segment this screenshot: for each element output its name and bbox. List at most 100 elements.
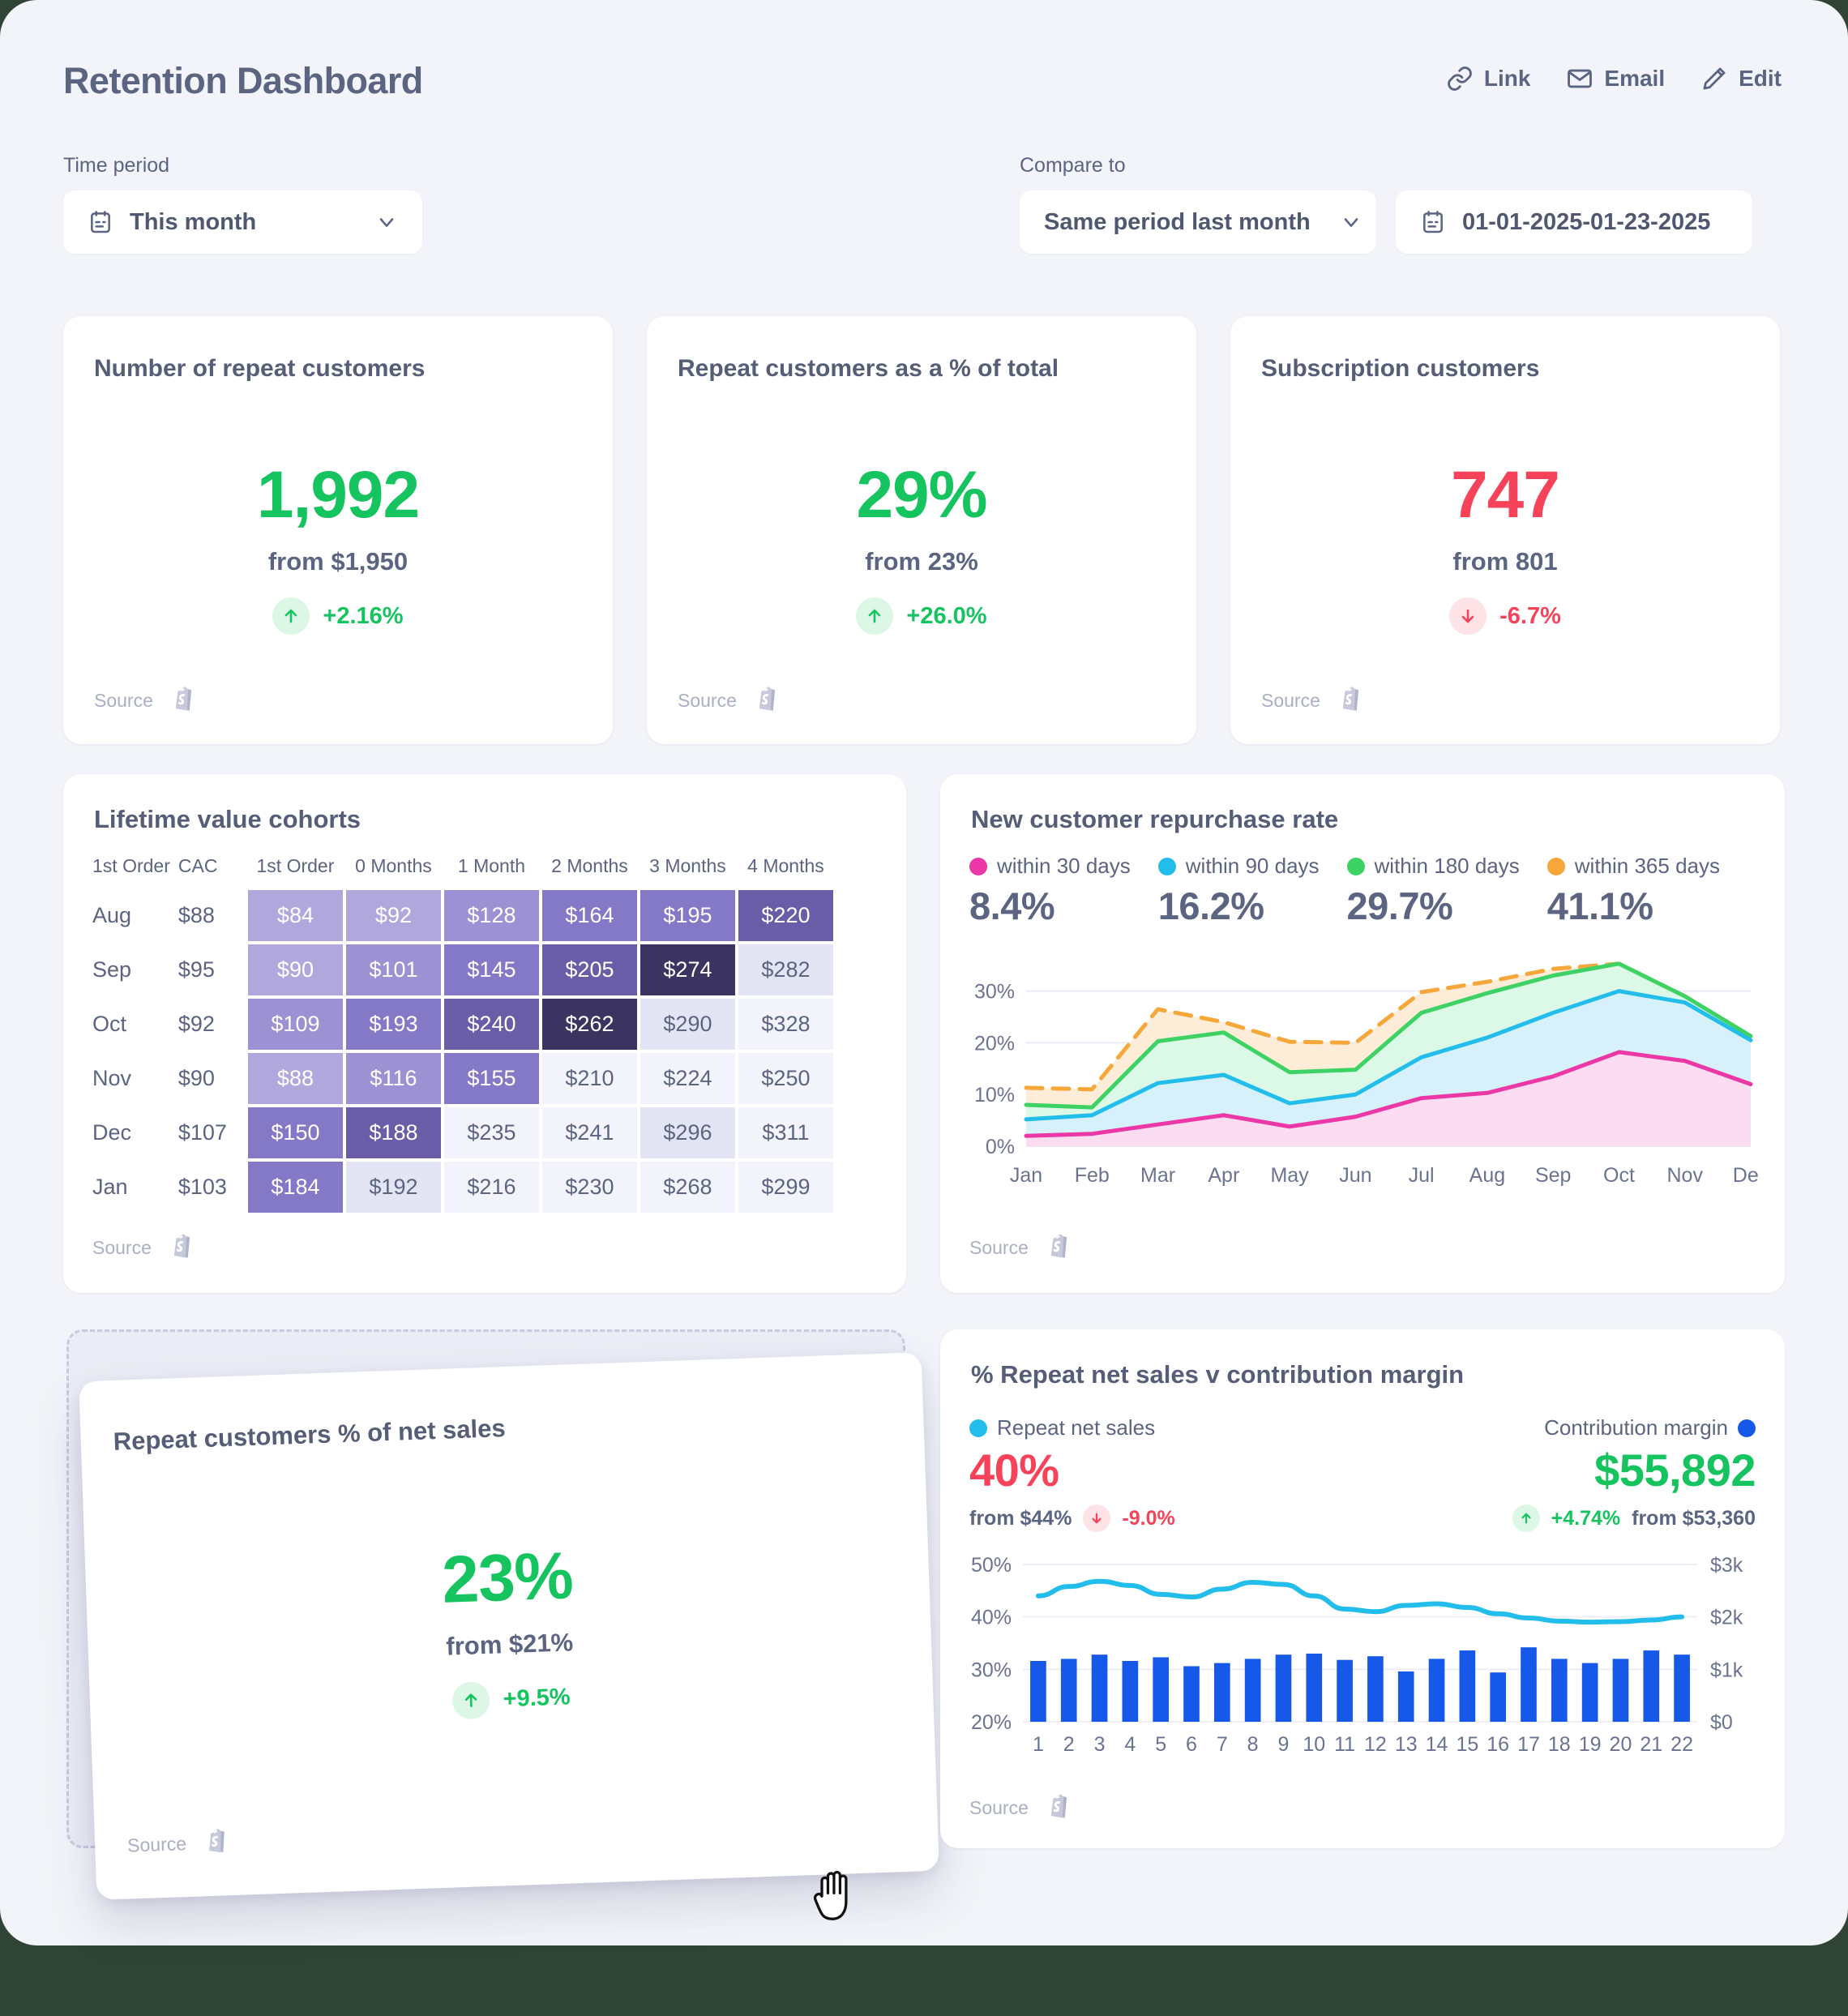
source-footer[interactable]: Source	[969, 1792, 1071, 1824]
source-footer[interactable]: Source	[1261, 685, 1362, 717]
cohort-cell: $274	[638, 943, 737, 997]
cohort-cell: $109	[246, 997, 344, 1051]
repurchase-legend-item[interactable]: within 30 days 8.4%	[969, 854, 1131, 928]
compare-to-select[interactable]: Same period last month	[1020, 190, 1376, 254]
source-label: Source	[678, 690, 737, 711]
svg-text:Oct: Oct	[1603, 1164, 1635, 1187]
cohort-cac: $88	[178, 903, 215, 927]
kpi-title: Number of repeat customers	[94, 355, 426, 382]
cohort-cell: $224	[638, 1051, 737, 1106]
svg-text:Jan: Jan	[1010, 1164, 1042, 1187]
cohort-month: Aug	[92, 903, 132, 927]
svg-text:Feb: Feb	[1075, 1164, 1110, 1187]
cohort-month: Jan	[92, 1175, 128, 1199]
time-period-select[interactable]: This month	[63, 190, 422, 254]
svg-text:30%: 30%	[971, 1659, 1012, 1681]
svg-text:20%: 20%	[974, 1032, 1015, 1055]
link-button[interactable]: Link	[1446, 65, 1530, 92]
legend-dot	[1157, 857, 1176, 875]
svg-text:15: 15	[1456, 1733, 1478, 1756]
compare-to-label: Compare to	[1020, 154, 1126, 177]
repurchase-legend-item[interactable]: within 90 days 16.2%	[1157, 854, 1320, 928]
svg-text:19: 19	[1579, 1733, 1602, 1756]
cohort-cell: $296	[638, 1106, 737, 1160]
cohort-cell: $88	[246, 1051, 344, 1106]
metric-value: 40%	[969, 1445, 1059, 1496]
middle-row: Lifetime value cohorts 1st Order CAC 1st O…	[63, 774, 1785, 1293]
cohort-month: Nov	[92, 1066, 132, 1090]
panel-title: Repeat customers % of net sales	[113, 1414, 507, 1456]
cohort-cell: $262	[540, 997, 639, 1051]
svg-text:4: 4	[1124, 1733, 1136, 1756]
cohort-cell: $155	[442, 1051, 541, 1106]
cohort-cac: $90	[178, 1066, 215, 1090]
svg-text:7: 7	[1217, 1733, 1228, 1756]
date-range-picker[interactable]: 01-01-2025-01-23-2025	[1396, 190, 1752, 254]
arrow-up-icon	[451, 1680, 491, 1720]
cohort-cac: $103	[178, 1175, 227, 1199]
metric-comparison: from $53,360	[1632, 1506, 1756, 1530]
cohort-cell: $195	[638, 888, 737, 943]
calendar-icon	[1420, 209, 1446, 235]
filter-bar: Time period This month Compare to Same p…	[63, 154, 1785, 259]
grab-cursor-icon	[811, 1864, 867, 1933]
svg-text:13: 13	[1395, 1733, 1418, 1756]
cohort-month: Sep	[92, 957, 132, 982]
cohort-header-row: 1st Order CAC 1st Order 0 Months 1 Month 2 Mo…	[92, 855, 835, 888]
arrow-down-icon	[1083, 1505, 1111, 1532]
cohort-col-header: 3 Months	[649, 855, 726, 876]
arrow-up-icon	[272, 597, 310, 635]
source-footer[interactable]: Source	[126, 1826, 229, 1861]
dragged-card-repeat-net-sales[interactable]: Repeat customers % of net sales 23% from…	[79, 1352, 939, 1900]
cohort-cell: $311	[736, 1106, 835, 1160]
source-footer[interactable]: Source	[678, 685, 779, 717]
metric-delta: +4.74%	[1551, 1506, 1621, 1530]
edit-button[interactable]: Edit	[1700, 65, 1782, 92]
svg-text:$3k: $3k	[1710, 1556, 1743, 1577]
source-footer[interactable]: Source	[94, 685, 195, 717]
cohort-cell: $282	[736, 943, 835, 997]
svg-text:6: 6	[1186, 1733, 1197, 1756]
cohort-row: Dec $107 $150 $188 $235 $241 $296 $311	[92, 1106, 835, 1160]
kpi-body: 29% from 23% +26.0%	[647, 458, 1196, 635]
svg-text:5: 5	[1155, 1733, 1166, 1756]
cohort-cell: $220	[736, 888, 835, 943]
svg-text:Apr: Apr	[1208, 1164, 1239, 1187]
repurchase-legend-item[interactable]: within 180 days 29.7%	[1346, 854, 1520, 928]
cohort-cell: $145	[442, 943, 541, 997]
legend-value: 41.1%	[1546, 884, 1653, 927]
cohort-row: Nov $90 $88 $116 $155 $210 $224 $250	[92, 1051, 835, 1106]
svg-text:20%: 20%	[971, 1711, 1012, 1734]
kpi-value: 1,992	[256, 458, 420, 532]
kpi-delta-value: +26.0%	[906, 602, 987, 629]
pencil-icon	[1700, 65, 1728, 92]
source-footer[interactable]: Source	[969, 1232, 1071, 1264]
arrow-down-icon	[1449, 597, 1487, 635]
legend-label: within 30 days	[997, 854, 1131, 878]
shopify-icon	[203, 1826, 229, 1859]
cohort-cac: $107	[178, 1120, 227, 1145]
svg-text:Dec: Dec	[1733, 1164, 1759, 1187]
cohort-cac: $95	[178, 957, 215, 982]
panel-lifetime-value-cohorts: Lifetime value cohorts 1st Order CAC 1st O…	[63, 774, 906, 1293]
cohort-cell: $230	[540, 1160, 639, 1214]
shopify-icon	[755, 685, 779, 717]
chevron-down-icon	[1311, 211, 1362, 233]
cohort-cell: $164	[540, 888, 639, 943]
legend-label: Contribution margin	[1544, 1415, 1728, 1440]
source-footer[interactable]: Source	[92, 1232, 194, 1264]
legend-value: 16.2%	[1157, 884, 1264, 927]
email-button[interactable]: Email	[1566, 65, 1665, 92]
cohort-cell: $216	[442, 1160, 541, 1214]
cohort-cell: $235	[442, 1106, 541, 1160]
svg-text:$0: $0	[1710, 1711, 1733, 1734]
time-period-group: Time period This month	[63, 154, 422, 254]
repurchase-legend-item[interactable]: within 365 days 41.1%	[1546, 854, 1720, 928]
svg-text:21: 21	[1640, 1733, 1662, 1756]
source-label: Source	[969, 1797, 1029, 1818]
header-actions: Link Email Edit	[1446, 65, 1782, 92]
svg-text:9: 9	[1278, 1733, 1290, 1756]
svg-text:16: 16	[1487, 1733, 1509, 1756]
svg-text:17: 17	[1517, 1733, 1540, 1756]
cohort-cell: $193	[344, 997, 443, 1051]
